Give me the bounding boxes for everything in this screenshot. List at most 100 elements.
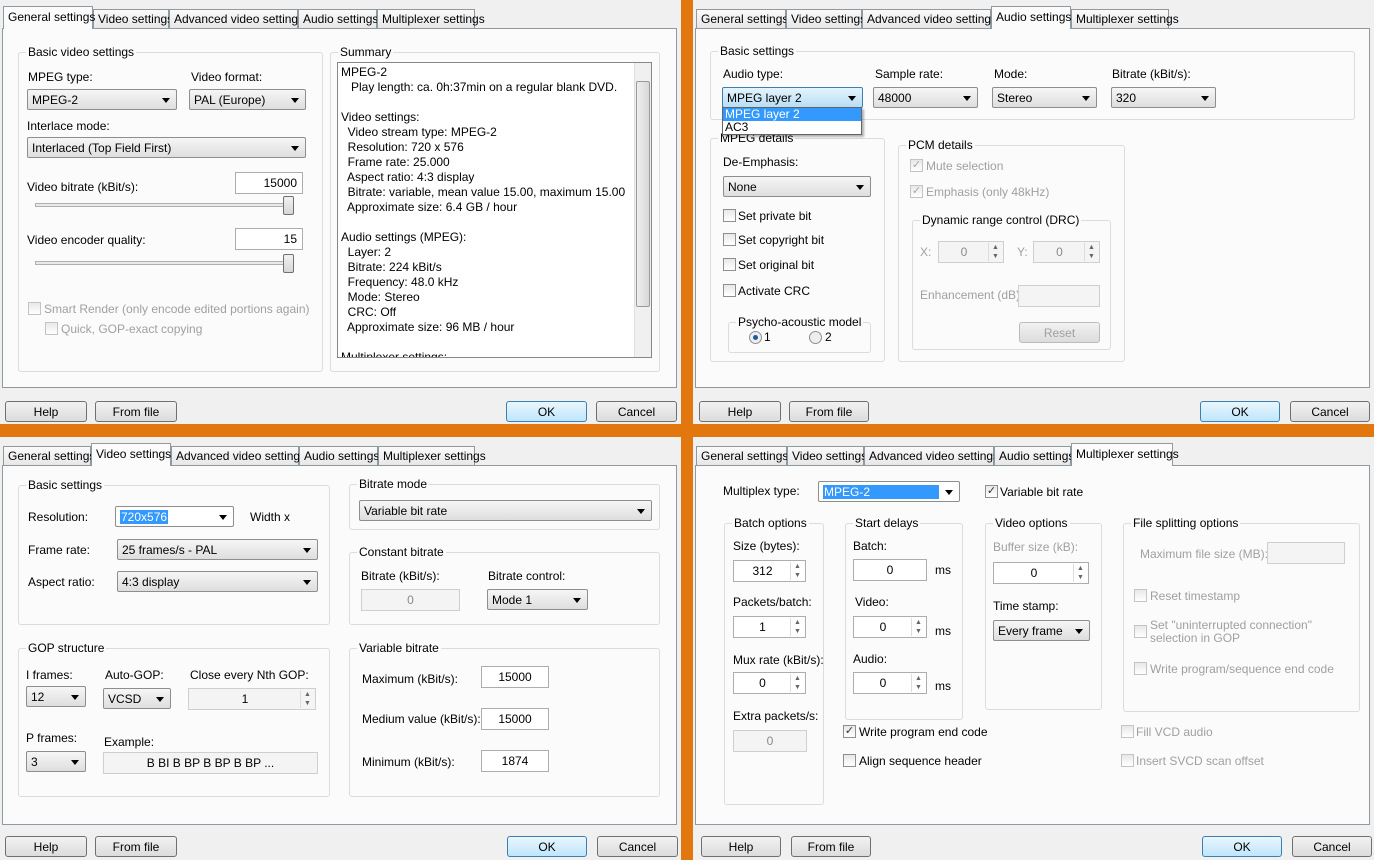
private-bit-checkbox[interactable] [723,209,736,222]
tab-general-settings[interactable]: General settings [696,446,788,466]
quick-gop-checkbox[interactable] [45,322,58,335]
drc-x-spinner[interactable]: 0 ▲ ▼ [938,241,1004,263]
mute-selection-checkbox[interactable]: ✓ [910,159,923,172]
smart-render-checkbox[interactable] [28,302,41,315]
tab-multiplexer-settings[interactable]: Multiplexer settings [1071,9,1179,29]
tab-advanced-video-settings[interactable]: Advanced video settings [862,9,997,29]
from-file-button[interactable]: From file [95,401,177,422]
cancel-button[interactable]: Cancel [1292,836,1372,857]
help-button[interactable]: Help [5,401,87,422]
tab-video-settings[interactable]: Video settings [91,443,171,466]
cancel-button[interactable]: Cancel [596,401,677,422]
copyright-bit-checkbox[interactable] [723,233,736,246]
from-file-button[interactable]: From file [791,836,871,857]
multiplex-type-select[interactable]: MPEG-2 [818,481,960,502]
sample-rate-select[interactable]: 48000 [873,87,978,108]
p-frames-select[interactable]: 3 [26,751,86,772]
from-file-button[interactable]: From file [95,836,177,857]
spin-arrows-icon[interactable]: ▲ ▼ [1073,564,1087,582]
mpeg-type-select[interactable]: MPEG-2 [27,89,177,110]
cbr-input[interactable]: 0 [361,589,460,611]
option-ac3[interactable]: AC3 [723,121,861,134]
spin-arrows-icon[interactable]: ▲ ▼ [790,618,804,636]
buffer-size-spinner[interactable]: 0 ▲ ▼ [993,562,1089,584]
ok-button[interactable]: OK [1200,401,1280,422]
auto-gop-select[interactable]: VCSD [103,688,171,709]
align-sequence-header-checkbox[interactable] [843,754,856,767]
help-button[interactable]: Help [701,836,781,857]
cancel-button[interactable]: Cancel [597,836,678,857]
medium-input[interactable]: 15000 [481,708,549,730]
bitrate-mode-select[interactable]: Variable bit rate [359,500,652,521]
tab-advanced-video-settings[interactable]: Advanced video settings [171,446,306,466]
variable-bit-rate-checkbox[interactable]: ✓ [985,485,998,498]
mode-select[interactable]: Stereo [992,87,1097,108]
tab-multiplexer-settings[interactable]: Multiplexer settings [378,446,486,466]
summary-scrollbar[interactable] [634,63,651,357]
summary-textbox[interactable]: MPEG-2 Play length: ca. 0h:37min on a re… [337,62,652,358]
write-sequence-end-checkbox[interactable] [1134,662,1147,675]
insert-svcd-offset-checkbox[interactable] [1121,754,1134,767]
tab-audio-settings[interactable]: Audio settings [299,446,379,466]
reset-button[interactable]: Reset [1019,322,1100,343]
cancel-button[interactable]: Cancel [1290,401,1370,422]
ok-button[interactable]: OK [1202,836,1282,857]
packets-batch-spinner[interactable]: 1 ▲ ▼ [733,616,806,638]
fill-vcd-audio-checkbox[interactable] [1121,725,1134,738]
tab-advanced-video-settings[interactable]: Advanced video settings [864,446,999,466]
audio-delay-spinner[interactable]: 0 ▲ ▼ [853,672,927,694]
tab-audio-settings[interactable]: Audio settings [994,446,1074,466]
drc-y-spinner[interactable]: 0 ▲ ▼ [1033,241,1100,263]
emphasis-checkbox[interactable]: ✓ [910,185,923,198]
video-bitrate-slider-thumb[interactable] [283,196,294,215]
batch-delay-input[interactable]: 0 [853,559,927,581]
from-file-button[interactable]: From file [789,401,869,422]
uninterrupted-connection-checkbox[interactable] [1134,625,1147,638]
tab-multiplexer-settings[interactable]: Multiplexer settings [1071,443,1179,466]
mux-rate-spinner[interactable]: 0 ▲ ▼ [733,672,806,694]
help-button[interactable]: Help [699,401,781,422]
aspect-ratio-select[interactable]: 4:3 display [117,571,318,592]
video-bitrate-input[interactable]: 15000 [235,172,303,194]
ok-button[interactable]: OK [506,401,587,422]
interlace-mode-select[interactable]: Interlaced (Top Field First) [27,137,306,158]
encoder-quality-input[interactable]: 15 [235,228,303,250]
spin-arrows-icon[interactable]: ▲ ▼ [790,562,804,580]
encoder-quality-slider-track[interactable] [35,261,293,265]
scrollbar-thumb[interactable] [636,81,650,307]
enhancement-input[interactable] [1018,285,1100,307]
original-bit-checkbox[interactable] [723,258,736,271]
size-spinner[interactable]: 312 ▲ ▼ [733,560,806,582]
tab-general-settings[interactable]: General settings [3,6,95,29]
max-file-size-input[interactable] [1267,542,1345,564]
tab-audio-settings[interactable]: Audio settings [298,9,378,29]
spin-arrows-icon[interactable]: ▲ ▼ [790,674,804,692]
tab-video-settings[interactable]: Video settings [93,9,173,29]
tab-general-settings[interactable]: General settings [696,9,788,29]
video-delay-spinner[interactable]: 0 ▲ ▼ [853,616,927,638]
resolution-combobox[interactable]: 720x576 [115,506,234,527]
tab-video-settings[interactable]: Video settings [786,9,866,29]
minimum-input[interactable]: 1874 [481,750,549,772]
tab-general-settings[interactable]: General settings [3,446,95,466]
spin-arrows-icon[interactable]: ▲ ▼ [988,243,1002,261]
de-emphasis-select[interactable]: None [723,176,871,197]
activate-crc-checkbox[interactable] [723,284,736,297]
ok-button[interactable]: OK [507,836,587,857]
tab-multiplexer-settings[interactable]: Multiplexer settings [377,9,485,29]
i-frames-select[interactable]: 12 [26,686,86,707]
close-gop-spinner[interactable]: 1 ▲ ▼ [188,688,316,710]
spin-arrows-icon[interactable]: ▲ ▼ [300,690,314,708]
write-program-end-checkbox[interactable]: ✓ [843,725,856,738]
bitrate-select[interactable]: 320 [1111,87,1216,108]
psycho-model-2-radio[interactable] [809,331,822,344]
spin-arrows-icon[interactable]: ▲ ▼ [911,618,925,636]
spin-arrows-icon[interactable]: ▲ ▼ [1084,243,1098,261]
tab-video-settings[interactable]: Video settings [787,446,867,466]
tab-advanced-video-settings[interactable]: Advanced video settings [169,9,304,29]
help-button[interactable]: Help [5,836,87,857]
encoder-quality-slider-thumb[interactable] [283,254,294,273]
spin-arrows-icon[interactable]: ▲ ▼ [911,674,925,692]
video-format-select[interactable]: PAL (Europe) [189,89,306,110]
extra-packets-input[interactable]: 0 [733,730,807,752]
